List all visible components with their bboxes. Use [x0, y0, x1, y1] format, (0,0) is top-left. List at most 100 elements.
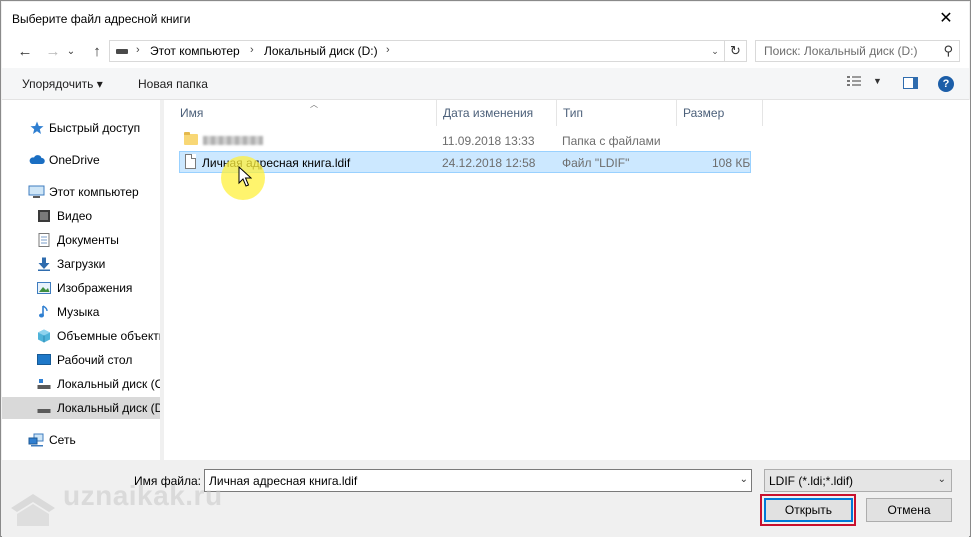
sidebar-item-label: Музыка	[57, 305, 100, 319]
column-header-label: Размер	[683, 106, 725, 120]
sidebar-item-label: Рабочий стол	[57, 353, 133, 367]
sidebar-item-network[interactable]: Сеть	[2, 429, 160, 451]
help-glyph: ?	[942, 78, 950, 90]
arrow-right-icon: →	[45, 42, 61, 60]
star-icon	[30, 121, 44, 134]
chevron-down-icon: ⌄	[937, 474, 946, 485]
folder-icon	[184, 132, 198, 145]
file-date: 11.09.2018 13:33	[442, 134, 535, 148]
view-dropdown-button[interactable]: ▼	[873, 76, 882, 86]
sidebar-item-label: Объемные объекты	[57, 329, 160, 343]
filename-field[interactable]: Личная адресная книга.ldif ⌄	[204, 469, 752, 492]
sidebar-item-this-pc[interactable]: Этот компьютер	[2, 181, 160, 203]
up-button[interactable]: ↑	[86, 40, 108, 62]
back-button[interactable]: ←	[14, 40, 36, 62]
breadcrumb-drive-d[interactable]: Локальный диск (D:)	[264, 44, 378, 58]
preview-pane-icon[interactable]	[903, 77, 918, 89]
search-icon: ⚲	[943, 43, 953, 58]
sidebar-item-documents[interactable]: Документы	[2, 229, 160, 251]
file-type: Файл "LDIF"	[562, 156, 630, 170]
close-icon: ✕	[939, 10, 953, 27]
title-bar: Выберите файл адресной книги ✕	[2, 2, 969, 34]
file-list: ︿ Имя Дата изменения Тип Размер 11.09.20…	[164, 100, 970, 460]
blurred-folder-name	[203, 136, 263, 145]
mouse-cursor-icon	[238, 166, 252, 187]
sidebar-item-desktop[interactable]: Рабочий стол	[2, 349, 160, 371]
3d-objects-icon	[38, 329, 50, 343]
chevron-down-icon: ⌄	[711, 45, 719, 56]
refresh-icon: ↻	[730, 43, 741, 58]
help-icon[interactable]: ?	[938, 76, 954, 92]
watermark-text: uznaikak.ru	[63, 480, 223, 511]
open-button[interactable]: Открыть	[764, 498, 853, 522]
forward-button[interactable]: →	[42, 40, 64, 62]
drive-icon	[116, 49, 128, 54]
navigation-pane: Быстрый доступ OneDrive Этот компьютер В…	[2, 100, 160, 460]
sort-caret-icon: ︿	[310, 100, 318, 109]
music-icon	[39, 305, 48, 318]
sidebar-item-video[interactable]: Видео	[2, 205, 160, 227]
sidebar-item-label: Изображения	[57, 281, 133, 295]
sidebar-item-onedrive[interactable]: OneDrive	[2, 149, 160, 171]
sidebar-item-label: Видео	[57, 209, 93, 223]
column-header-size[interactable]: Размер	[677, 100, 763, 126]
sidebar-item-label: Документы	[57, 233, 119, 247]
sidebar-item-label: Локальный диск (D:)	[57, 401, 160, 415]
sidebar-item-pictures[interactable]: Изображения	[2, 277, 160, 299]
new-folder-button[interactable]: Новая папка	[138, 77, 208, 91]
sidebar-item-music[interactable]: Музыка	[2, 301, 160, 323]
sidebar-item-drive-c[interactable]: Локальный диск (C:)	[2, 373, 160, 395]
close-button[interactable]: ✕	[923, 2, 969, 34]
sidebar-item-label: Загрузки	[57, 257, 106, 271]
refresh-button[interactable]: ↻	[724, 41, 746, 61]
cancel-button[interactable]: Отмена	[866, 498, 952, 522]
desktop-icon	[37, 354, 51, 365]
sidebar-item-label: Локальный диск (C:)	[57, 377, 160, 391]
search-placeholder: Поиск: Локальный диск (D:)	[764, 44, 918, 58]
column-header-date[interactable]: Дата изменения	[437, 100, 557, 126]
sidebar-item-3d-objects[interactable]: Объемные объекты	[2, 325, 160, 347]
breadcrumb-this-pc[interactable]: Этот компьютер	[150, 44, 240, 58]
sidebar-item-quick-access[interactable]: Быстрый доступ	[2, 117, 160, 139]
file-type-filter[interactable]: LDIF (*.ldi;*.ldif) ⌄	[764, 469, 952, 492]
column-header-name[interactable]: ︿ Имя	[174, 100, 437, 126]
sidebar-item-drive-d[interactable]: Локальный диск (D:)	[2, 397, 160, 419]
recent-locations-button[interactable]: ⌄	[64, 40, 78, 62]
column-header-label: Тип	[563, 106, 584, 120]
breadcrumb-separator: ›	[136, 44, 140, 56]
cloud-icon	[29, 155, 45, 164]
column-header-label: Имя	[180, 106, 204, 120]
sidebar-item-label: Этот компьютер	[49, 185, 139, 199]
dialog-window: Выберите файл адресной книги ✕ ← → ⌄ ↑ ›…	[0, 0, 971, 537]
sidebar-item-label: Сеть	[49, 433, 76, 447]
dialog-title: Выберите файл адресной книги	[12, 12, 191, 26]
chevron-down-icon[interactable]: ⌄	[740, 474, 748, 485]
video-icon	[38, 210, 50, 222]
computer-icon	[28, 185, 45, 198]
address-dropdown-button[interactable]: ⌄	[706, 41, 724, 61]
search-input[interactable]: Поиск: Локальный диск (D:) ⚲	[755, 40, 960, 62]
organize-button[interactable]: Упорядочить ▾	[22, 77, 103, 91]
filter-value: LDIF (*.ldi;*.ldif)	[769, 474, 854, 488]
pictures-icon	[37, 282, 51, 294]
file-size: 108 КБ	[712, 156, 751, 170]
network-icon	[28, 433, 44, 447]
breadcrumb-separator: ›	[250, 44, 254, 56]
navigation-bar: ← → ⌄ ↑ › Этот компьютер › Локальный дис…	[2, 34, 969, 68]
watermark-logo-icon	[11, 494, 55, 526]
column-header-type[interactable]: Тип	[557, 100, 677, 126]
file-row-folder[interactable]: 11.09.2018 13:33 Папка с файлами	[179, 130, 751, 152]
address-bar[interactable]: › Этот компьютер › Локальный диск (D:) ›…	[109, 40, 747, 62]
sidebar-item-label: Быстрый доступ	[49, 121, 141, 135]
sidebar-item-label: OneDrive	[49, 153, 100, 167]
file-row-selected[interactable]: Личная адресная книга.ldif 24.12.2018 12…	[179, 151, 751, 173]
column-divider[interactable]	[762, 100, 763, 126]
drive-icon	[37, 409, 51, 413]
sidebar-item-downloads[interactable]: Загрузки	[2, 253, 160, 275]
filename-value: Личная адресная книга.ldif	[209, 474, 358, 488]
downloads-icon	[38, 257, 50, 271]
command-toolbar: Упорядочить ▾ Новая папка ▼ ?	[2, 68, 969, 100]
breadcrumb-separator: ›	[386, 44, 390, 56]
view-options-icon[interactable]	[847, 76, 861, 89]
file-date: 24.12.2018 12:58	[442, 156, 536, 170]
